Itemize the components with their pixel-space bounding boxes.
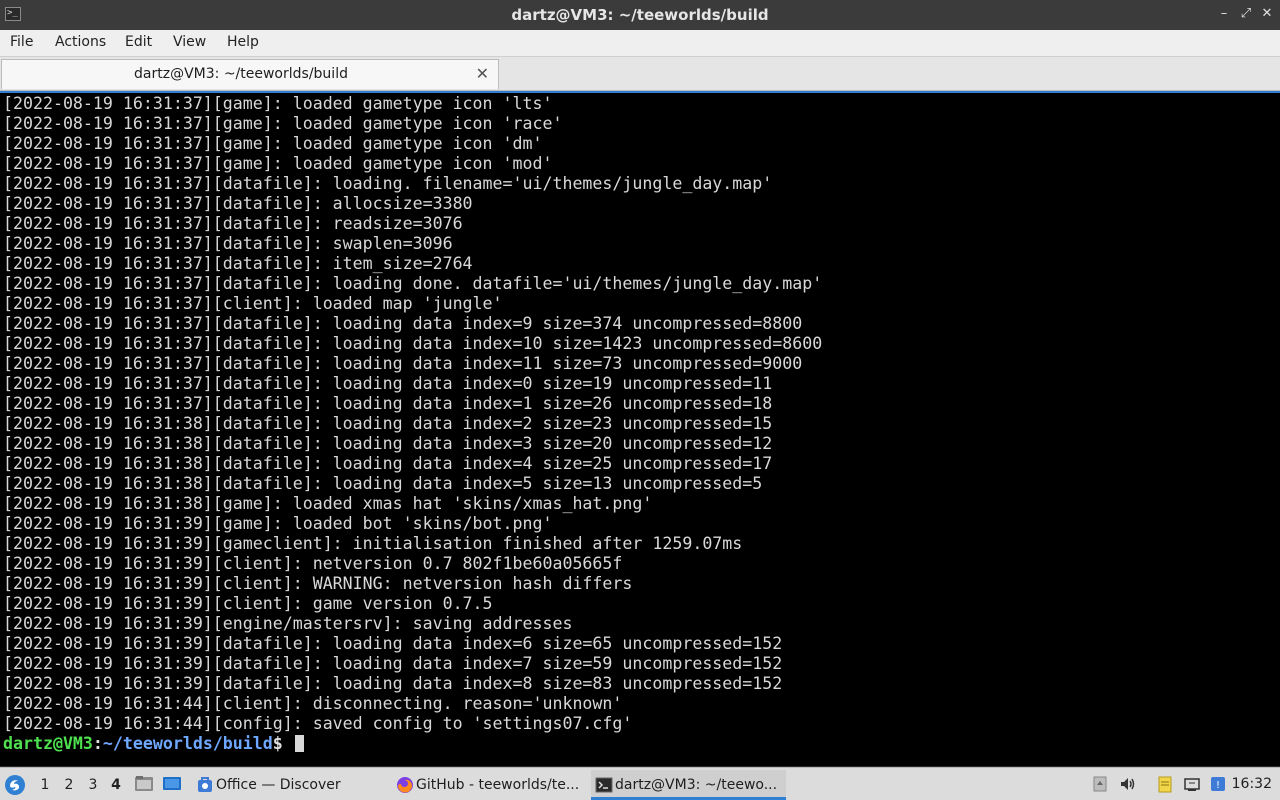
terminal-line: [2022-08-19 16:31:44][client]: disconnec… [3, 694, 623, 713]
tab-close-icon[interactable]: ✕ [476, 64, 489, 83]
discover-icon [196, 776, 214, 794]
file-manager-icon[interactable] [134, 774, 154, 794]
terminal-line: [2022-08-19 16:31:38][datafile]: loading… [3, 414, 773, 433]
task-firefox[interactable]: GitHub - teeworlds/te... [392, 770, 587, 800]
workspace-2[interactable]: 2 [61, 777, 77, 793]
menu-actions[interactable]: Actions [53, 34, 108, 50]
maximize-button[interactable]: ⤢ [1238, 6, 1254, 22]
terminal-line: [2022-08-19 16:31:39][client]: WARNING: … [3, 574, 633, 593]
terminal-line: [2022-08-19 16:31:37][datafile]: loading… [3, 174, 773, 193]
terminal-line: [2022-08-19 16:31:37][datafile]: loading… [3, 394, 773, 413]
taskbar: 1 2 3 4 Office — Discover GitHub - teewo… [0, 767, 1280, 800]
terminal-line: [2022-08-19 16:31:39][game]: loaded bot … [3, 514, 553, 533]
terminal-line: [2022-08-19 16:31:44][config]: saved con… [3, 714, 633, 733]
workspace-1[interactable]: 1 [37, 777, 53, 793]
terminal-line: [2022-08-19 16:31:38][datafile]: loading… [3, 434, 773, 453]
notes-tray-icon[interactable] [1156, 775, 1174, 793]
tab-terminal[interactable]: dartz@VM3: ~/teeworlds/build ✕ [1, 59, 499, 89]
terminal-line: [2022-08-19 16:31:38][game]: loaded xmas… [3, 494, 653, 513]
start-menu-icon[interactable] [3, 773, 27, 797]
menu-edit[interactable]: Edit [123, 34, 154, 50]
text-cursor [294, 735, 304, 752]
clipboard-tray-icon[interactable] [1091, 775, 1109, 793]
terminal-line: [2022-08-19 16:31:37][datafile]: loading… [3, 334, 823, 353]
terminal-line: [2022-08-19 16:31:38][datafile]: loading… [3, 474, 763, 493]
workspace-4[interactable]: 4 [108, 777, 124, 793]
prompt-path: ~/teeworlds/build [102, 734, 273, 753]
terminal-line: [2022-08-19 16:31:37][game]: loaded game… [3, 154, 553, 173]
terminal-line: [2022-08-19 16:31:37][datafile]: item_si… [3, 254, 473, 273]
terminal-line: [2022-08-19 16:31:37][game]: loaded game… [3, 134, 543, 153]
clock[interactable]: 16:32 [1232, 776, 1272, 792]
volume-icon[interactable] [1119, 775, 1137, 793]
task-discover-label: Office — Discover [216, 777, 341, 793]
svg-text:!: ! [1216, 780, 1220, 791]
terminal-line: [2022-08-19 16:31:37][datafile]: loading… [3, 274, 823, 293]
terminal-line: [2022-08-19 16:31:39][datafile]: loading… [3, 674, 783, 693]
task-terminal[interactable]: dartz@VM3: ~/teewo... [591, 770, 786, 800]
menu-help[interactable]: Help [225, 34, 261, 50]
prompt-user-host: dartz@VM3 [3, 734, 93, 753]
terminal-line: [2022-08-19 16:31:37][game]: loaded game… [3, 94, 553, 113]
updates-tray-icon[interactable]: ! [1209, 775, 1227, 793]
terminal-line: [2022-08-19 16:31:38][datafile]: loading… [3, 454, 773, 473]
prompt-colon: : [92, 734, 103, 753]
terminal-output[interactable]: [2022-08-19 16:31:37][game]: loaded game… [0, 91, 1280, 766]
menu-bar: File Actions Edit View Help [0, 30, 1280, 57]
prompt-dollar: $ [272, 734, 293, 753]
terminal-lines: [2022-08-19 16:31:37][game]: loaded game… [3, 94, 822, 754]
terminal-line: [2022-08-19 16:31:39][client]: netversio… [3, 554, 623, 573]
task-firefox-label: GitHub - teeworlds/te... [416, 777, 580, 793]
firefox-icon [396, 776, 414, 794]
task-discover[interactable]: Office — Discover [192, 770, 387, 800]
terminal-line: [2022-08-19 16:31:39][datafile]: loading… [3, 654, 783, 673]
terminal-line: [2022-08-19 16:31:37][game]: loaded game… [3, 114, 563, 133]
terminal-line: [2022-08-19 16:31:37][datafile]: loading… [3, 314, 803, 333]
terminal-line: [2022-08-19 16:31:37][datafile]: loading… [3, 354, 803, 373]
shell-prompt[interactable]: dartz@VM3:~/teeworlds/build$ [3, 734, 822, 754]
terminal-line: [2022-08-19 16:31:39][client]: game vers… [3, 594, 493, 613]
terminal-line: [2022-08-19 16:31:39][datafile]: loading… [3, 634, 783, 653]
terminal-line: [2022-08-19 16:31:37][datafile]: swaplen… [3, 234, 453, 253]
terminal-line: [2022-08-19 16:31:39][engine/mastersrv]:… [3, 614, 573, 633]
tab-bar: dartz@VM3: ~/teeworlds/build ✕ [0, 57, 1280, 91]
close-button[interactable]: ✕ [1259, 6, 1275, 22]
minimize-button[interactable]: – [1216, 6, 1232, 22]
window-title: dartz@VM3: ~/teeworlds/build [511, 6, 769, 24]
terminal-line: [2022-08-19 16:31:37][datafile]: allocsi… [3, 194, 473, 213]
desktop-icon[interactable] [162, 774, 182, 794]
terminal-line: [2022-08-19 16:31:37][datafile]: readsiz… [3, 214, 463, 233]
menu-file[interactable]: File [8, 34, 35, 50]
terminal-line: [2022-08-19 16:31:37][datafile]: loading… [3, 374, 773, 393]
menu-view[interactable]: View [171, 34, 208, 50]
network-icon[interactable] [1183, 775, 1201, 793]
workspace-3[interactable]: 3 [85, 777, 101, 793]
tab-label: dartz@VM3: ~/teeworlds/build [134, 66, 348, 82]
terminal-icon [595, 776, 613, 794]
terminal-line: [2022-08-19 16:31:37][client]: loaded ma… [3, 294, 503, 313]
task-terminal-label: dartz@VM3: ~/teewo... [615, 777, 778, 793]
terminal-line: [2022-08-19 16:31:39][gameclient]: initi… [3, 534, 743, 553]
window-titlebar[interactable]: >_ dartz@VM3: ~/teeworlds/build – ⤢ ✕ [0, 0, 1280, 30]
